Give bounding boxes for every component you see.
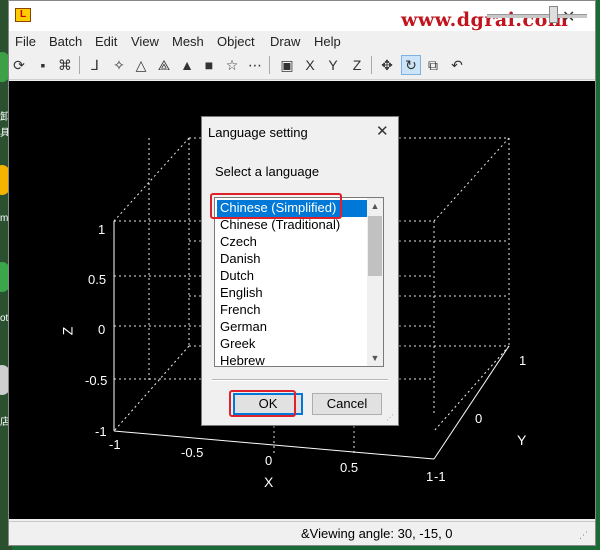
language-option[interactable]: English	[217, 285, 367, 302]
dialog-resize-grip-icon[interactable]: ⋰	[386, 413, 394, 422]
x-tick-label: 0.5	[340, 460, 359, 475]
x-tick-label: -1	[109, 437, 121, 452]
menu-bar: File Batch Edit View Mesh Object Draw He…	[9, 31, 595, 51]
y-tick-label: -1	[434, 469, 446, 484]
z-tick-label: 0.5	[88, 272, 107, 287]
dialog-title: Language setting	[208, 125, 308, 140]
language-option[interactable]: French	[217, 302, 367, 319]
bounding-box-icon[interactable]: ▣	[277, 55, 297, 75]
axes-icon[interactable]: ⅃	[85, 55, 105, 75]
x-tick-label: 1	[426, 469, 434, 484]
view-y-icon[interactable]: Y	[323, 55, 343, 75]
save-icon[interactable]: ▪	[33, 55, 53, 75]
watermark: www.dgrai.com	[401, 9, 569, 31]
list-scrollbar[interactable]: ▲ ▼	[367, 198, 383, 366]
zoom-slider-track[interactable]	[487, 14, 587, 18]
select-icon[interactable]: ⧉	[423, 55, 443, 75]
menu-edit[interactable]: Edit	[95, 34, 117, 49]
z-tick-label: -1	[95, 424, 107, 439]
y-tick-label: 1	[519, 353, 527, 368]
view-z-icon[interactable]: Z	[347, 55, 367, 75]
language-option[interactable]: Chinese (Traditional)	[217, 217, 367, 234]
language-option[interactable]: Hebrew	[217, 353, 367, 366]
light-icon[interactable]: ✧	[109, 55, 129, 75]
view-x-icon[interactable]: X	[300, 55, 320, 75]
menu-batch[interactable]: Batch	[49, 34, 82, 49]
status-bar: &Viewing angle: 30, -15, 0 ⋰	[9, 521, 595, 545]
z-tick-label: -0.5	[85, 373, 108, 388]
dialog-close-icon[interactable]: ✕	[376, 122, 389, 140]
language-option[interactable]: Dutch	[217, 268, 367, 285]
menu-help[interactable]: Help	[314, 34, 341, 49]
color-map-icon[interactable]: ■	[199, 55, 219, 75]
cancel-button[interactable]: Cancel	[312, 393, 382, 415]
ruler-icon[interactable]: ⋯	[245, 55, 265, 75]
zoom-slider-thumb[interactable]	[549, 6, 558, 23]
solid-icon[interactable]: ▲	[177, 55, 197, 75]
network-icon[interactable]: ⌘	[55, 55, 75, 75]
menu-view[interactable]: View	[131, 34, 159, 49]
language-dialog: Language setting ✕ Select a language Chi…	[201, 116, 399, 426]
x-tick-label: -0.5	[181, 445, 204, 460]
menu-object[interactable]: Object	[217, 34, 255, 49]
z-tick-label: 1	[98, 222, 106, 237]
x-tick-label: 0	[265, 453, 273, 468]
language-option[interactable]: Czech	[217, 234, 367, 251]
scroll-thumb[interactable]	[368, 216, 382, 276]
pan-icon[interactable]: ✥	[377, 55, 397, 75]
language-list[interactable]: Chinese (Simplified) Chinese (Traditiona…	[214, 197, 384, 367]
app-logo-icon: L	[15, 8, 31, 22]
dialog-separator	[212, 379, 388, 381]
rotate-icon[interactable]: ↻	[401, 55, 421, 75]
language-option[interactable]: Greek	[217, 336, 367, 353]
language-option[interactable]: German	[217, 319, 367, 336]
z-axis-label: Z	[59, 326, 76, 336]
undo-icon[interactable]: ↶	[447, 55, 467, 75]
star-icon[interactable]: ☆	[222, 55, 242, 75]
resize-grip-icon[interactable]: ⋰	[579, 530, 588, 541]
language-option[interactable]: Chinese (Simplified)	[217, 200, 367, 217]
toolbar-separator	[371, 56, 372, 74]
status-text: &Viewing angle: 30, -15, 0	[301, 526, 453, 541]
dialog-prompt: Select a language	[215, 164, 320, 179]
open-icon[interactable]: ⟳	[9, 55, 29, 75]
toolbar-separator	[269, 56, 270, 74]
scroll-up-icon[interactable]: ▲	[367, 198, 383, 214]
mesh-icon[interactable]: ⟁	[154, 55, 174, 75]
scroll-down-icon[interactable]: ▼	[367, 350, 383, 366]
y-tick-label: 0	[475, 411, 483, 426]
toolbar-separator	[79, 56, 80, 74]
language-option[interactable]: Danish	[217, 251, 367, 268]
y-axis-label: Y	[517, 432, 527, 448]
ok-button[interactable]: OK	[233, 393, 303, 415]
menu-mesh[interactable]: Mesh	[172, 34, 204, 49]
menu-file[interactable]: File	[15, 34, 36, 49]
wireframe-icon[interactable]: △	[131, 55, 151, 75]
toolbar: ⟳ ▪ ⌘ ⅃ ✧ △ ⟁ ▲ ■ ☆ ⋯ ▣ X Y Z ✥ ↻ ⧉ ↶	[9, 52, 595, 80]
menu-draw[interactable]: Draw	[270, 34, 300, 49]
x-axis-label: X	[264, 474, 274, 490]
z-tick-label: 0	[98, 322, 106, 337]
